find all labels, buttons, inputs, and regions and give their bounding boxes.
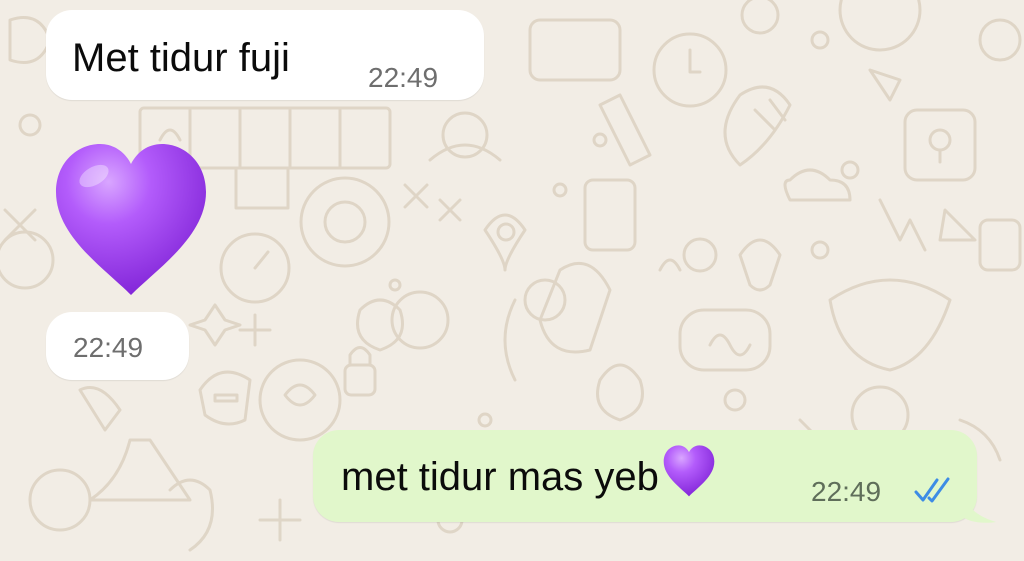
message-text: met tidur mas yeb (341, 455, 659, 499)
purple-heart-icon (56, 144, 206, 295)
incoming-message[interactable]: Met tidur fuji 22:49 (46, 10, 484, 100)
message-time: 22:49 (368, 62, 439, 93)
incoming-emoji-message[interactable] (52, 140, 210, 300)
bubble-tail (962, 492, 996, 523)
double-check-icon (914, 477, 950, 503)
outgoing-message[interactable]: met tidur mas yeb 22:49 (313, 430, 977, 522)
message-time: 22:49 (811, 476, 882, 507)
message-time: 22:49 (73, 332, 144, 363)
emoji-message-timestamp: 22:49 (46, 312, 189, 380)
purple-heart-icon (663, 445, 715, 497)
message-text: Met tidur fuji (72, 36, 290, 80)
